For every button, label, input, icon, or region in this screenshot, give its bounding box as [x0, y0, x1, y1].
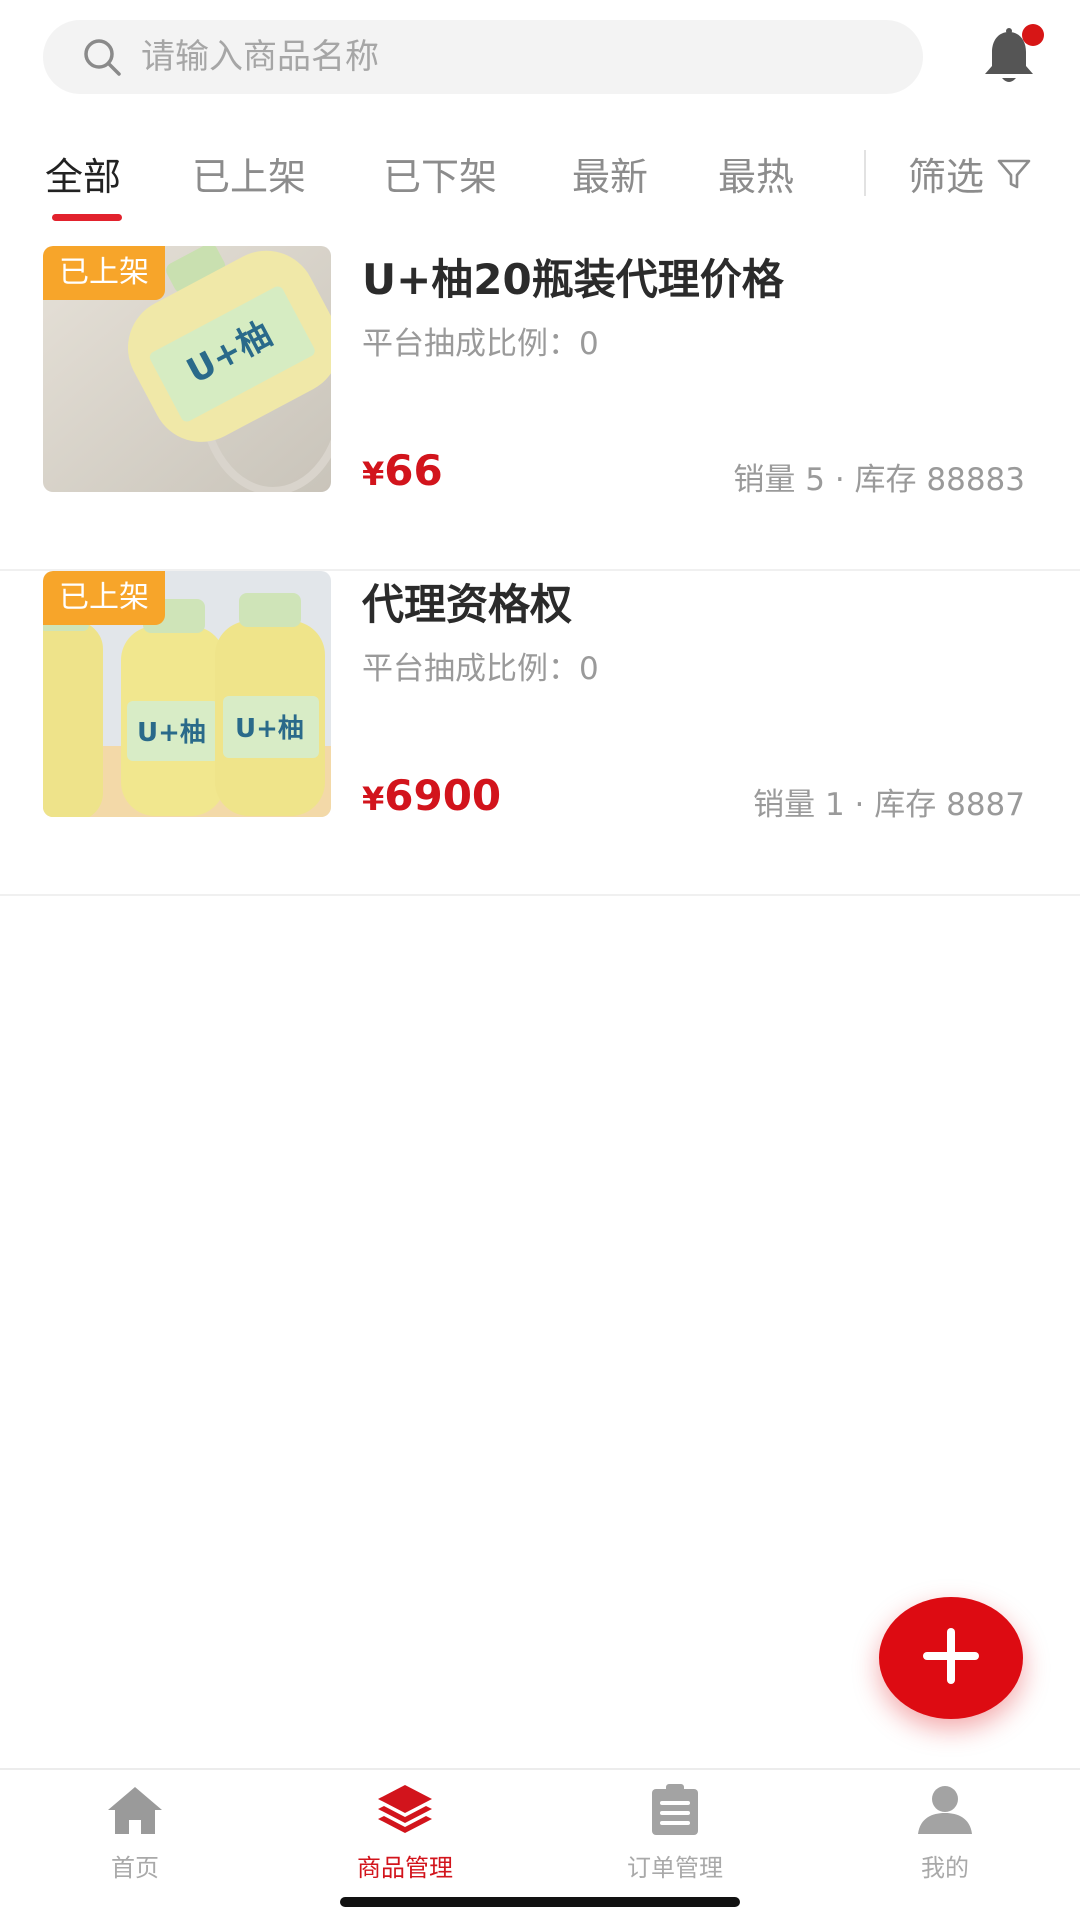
price-value: 66: [384, 446, 443, 495]
tab-newest[interactable]: 最新: [572, 146, 648, 201]
product-management-page: 全部 已上架 已下架 最新 最热 筛选: [0, 0, 1080, 1920]
search-bar[interactable]: [43, 20, 923, 94]
nav-item-products[interactable]: 商品管理: [270, 1770, 540, 1890]
nav-label: 我的: [921, 1854, 969, 1882]
unread-dot: [1022, 24, 1044, 46]
tab-all[interactable]: 全部: [45, 146, 121, 201]
layers-icon: [373, 1780, 437, 1840]
bottle-brand-text: U+柚: [235, 714, 304, 744]
filter-icon: [996, 156, 1032, 192]
search-input[interactable]: [141, 37, 841, 77]
tab-divider: [864, 150, 866, 196]
active-tab-indicator: [52, 214, 122, 221]
sales-stock: 销量 1 · 库存 8887: [753, 787, 1025, 823]
price-currency: ¥: [362, 780, 385, 818]
status-badge: 已上架: [43, 246, 165, 300]
user-icon: [913, 1780, 977, 1840]
home-indicator: [340, 1897, 740, 1907]
tab-hottest[interactable]: 最热: [718, 146, 794, 201]
plus-icon: [919, 1624, 983, 1692]
price-currency: ¥: [362, 455, 385, 493]
status-badge: 已上架: [43, 571, 165, 625]
nav-item-me[interactable]: 我的: [810, 1770, 1080, 1890]
product-card[interactable]: U+柚 已上架 U+柚20瓶装代理价格 平台抽成比例：0 ¥66 销量 5 · …: [0, 246, 1080, 571]
product-image[interactable]: U+柚 U+柚 已上架: [43, 571, 331, 817]
clipboard-icon: [643, 1780, 707, 1840]
product-title: U+柚20瓶装代理价格: [362, 255, 784, 304]
product-image[interactable]: U+柚 已上架: [43, 246, 331, 492]
product-title: 代理资格权: [362, 580, 573, 629]
sales-stock: 销量 5 · 库存 88883: [733, 462, 1025, 498]
product-card[interactable]: U+柚 U+柚 已上架 代理资格权 平台抽成比例：0 ¥6900 销量 1 · …: [0, 571, 1080, 896]
search-icon: [81, 36, 123, 78]
price-value: 6900: [384, 771, 502, 820]
home-icon: [103, 1780, 167, 1840]
commission-rate: 平台抽成比例：0: [362, 326, 599, 362]
tab-on-shelf[interactable]: 已上架: [192, 146, 306, 201]
nav-item-home[interactable]: 首页: [0, 1770, 270, 1890]
tab-off-shelf[interactable]: 已下架: [383, 146, 497, 201]
product-price: ¥66: [362, 446, 443, 495]
add-product-button[interactable]: [879, 1597, 1023, 1719]
nav-item-orders[interactable]: 订单管理: [540, 1770, 810, 1890]
top-bar: [0, 0, 1080, 110]
nav-label: 订单管理: [627, 1854, 723, 1882]
filter-button[interactable]: 筛选: [908, 146, 1032, 201]
bottle-brand-text: U+柚: [137, 718, 206, 748]
filter-tabs: 全部 已上架 已下架 最新 最热 筛选: [0, 130, 1080, 230]
nav-label: 首页: [111, 1854, 159, 1882]
nav-label: 商品管理: [357, 1854, 453, 1882]
commission-rate: 平台抽成比例：0: [362, 651, 599, 687]
product-price: ¥6900: [362, 771, 501, 820]
filter-label: 筛选: [908, 155, 985, 199]
